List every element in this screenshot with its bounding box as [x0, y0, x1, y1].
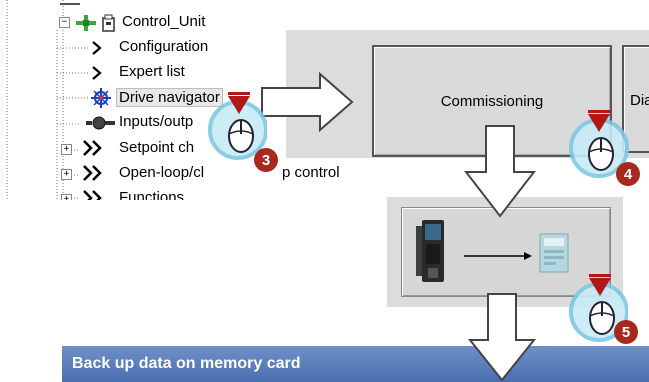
flow-arrow-down-1 — [464, 125, 536, 218]
memory-card-icon — [539, 233, 569, 273]
tree-item-functions[interactable]: Functions — [119, 190, 184, 200]
tree-item-inputs-outputs[interactable]: Inputs/outp — [119, 113, 193, 130]
step-badge-3: 3 — [254, 148, 278, 172]
chevron-right-icon — [92, 66, 102, 80]
tree-item-expert-list[interactable]: Expert list — [119, 63, 185, 80]
dialog-title-bar: Back up data on memory card — [62, 346, 649, 382]
expand-toggle-setpoint[interactable]: + — [61, 144, 72, 155]
diagnostics-label: Dia — [630, 92, 649, 109]
tree-item-control-unit[interactable]: Control_Unit — [122, 13, 205, 30]
tree-item-setpoint-channel[interactable]: Setpoint ch — [119, 139, 194, 156]
collapse-toggle-control-unit[interactable]: − — [59, 17, 70, 28]
inverter-icon — [416, 220, 444, 282]
commissioning-label: Commissioning — [440, 92, 544, 110]
network-node-icon — [76, 15, 96, 31]
expand-toggle-open-loop[interactable]: + — [61, 169, 72, 180]
dialog-title: Back up data on memory card — [72, 355, 301, 372]
tree-item-functions-clip: + Functions — [60, 190, 360, 200]
io-connector-icon — [86, 116, 115, 130]
tree-item-overlap-text: p control — [282, 164, 340, 181]
flow-arrow-right — [261, 72, 354, 132]
control-unit-icon — [102, 14, 115, 32]
tree-item-configuration[interactable]: Configuration — [119, 38, 208, 55]
tree-item-open-loop-control[interactable]: Open-loop/cl — [119, 164, 204, 181]
step-badge-5: 5 — [614, 320, 638, 344]
flow-arrow-down-2 — [468, 293, 537, 382]
double-chevron-icon — [83, 190, 102, 200]
navigator-compass-icon — [91, 88, 111, 108]
expand-toggle-functions[interactable]: + — [61, 194, 72, 200]
double-chevron-icon — [83, 140, 102, 156]
double-chevron-icon — [83, 165, 102, 181]
chevron-right-icon — [92, 41, 102, 55]
step-badge-4: 4 — [616, 162, 640, 186]
